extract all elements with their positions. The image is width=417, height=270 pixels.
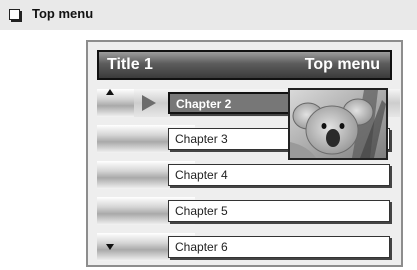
menu-title-bar: Title 1 Top menu: [97, 50, 392, 80]
checkbox-square-icon: [9, 9, 20, 20]
koala-thumbnail-image: [290, 90, 386, 158]
chapter-button[interactable]: Chapter 6: [168, 236, 390, 258]
play-triangle-icon: [142, 95, 156, 111]
scroll-down-arrow-icon[interactable]: [106, 244, 114, 250]
chapter-button[interactable]: Chapter 2: [168, 92, 292, 114]
chapter-button[interactable]: Chapter 5: [168, 200, 390, 222]
koala-thumbnail-image: [288, 88, 388, 160]
scroll-up-arrow-icon[interactable]: [106, 89, 114, 95]
title-name: Title 1: [107, 56, 153, 73]
section-title: Top menu: [32, 6, 94, 21]
section-header: Top menu: [0, 0, 417, 30]
chapter-button[interactable]: Chapter 4: [168, 164, 390, 186]
menu-name: Top menu: [304, 56, 380, 73]
